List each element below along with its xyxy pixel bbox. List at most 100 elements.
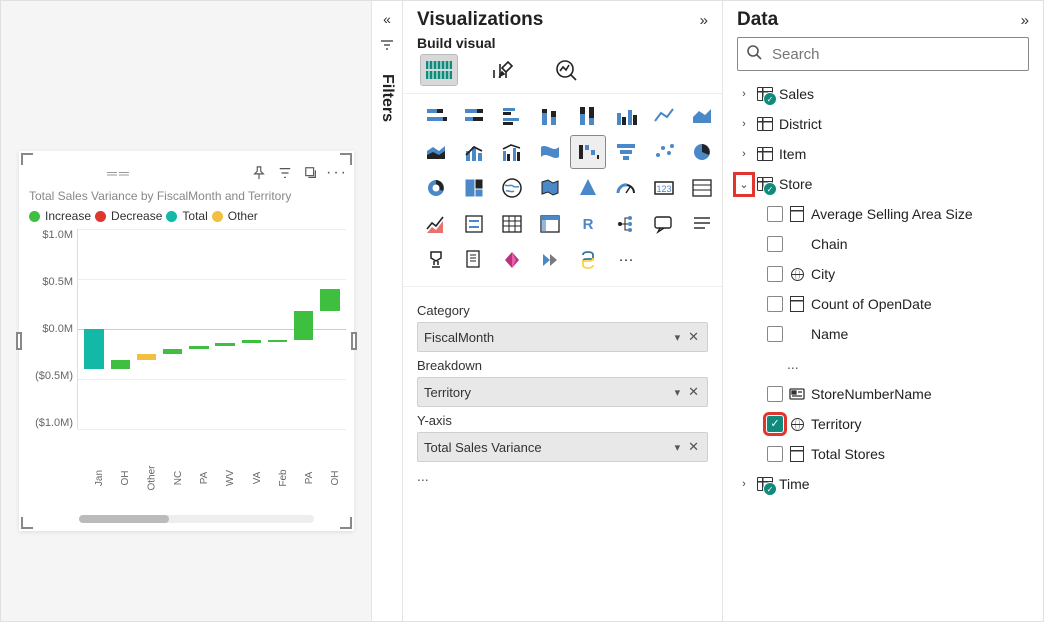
search-box[interactable] [737, 37, 1029, 71]
field-avg-selling-area[interactable]: Average Selling Area Size [733, 199, 1037, 229]
bar-oh[interactable] [108, 229, 132, 429]
well-yaxis[interactable]: Total Sales Variance ▾ ✕ [417, 432, 708, 462]
report-canvas[interactable]: ══ ··· Total Sales Variance by FiscalMon… [1, 1, 371, 621]
resize-handle-tr[interactable] [340, 153, 352, 165]
viz-line-clustered-column[interactable] [495, 136, 529, 168]
bar-jan[interactable] [82, 229, 106, 429]
table-district[interactable]: › District [733, 109, 1037, 139]
viz-get-more-visuals[interactable]: ··· [609, 244, 643, 276]
well-category[interactable]: FiscalMonth ▾ ✕ [417, 322, 708, 352]
focus-mode-icon[interactable] [302, 164, 320, 182]
table-sales[interactable]: › Sales [733, 79, 1037, 109]
viz-stacked-area[interactable] [419, 136, 453, 168]
field-checkbox[interactable] [767, 236, 783, 252]
viz-scatter[interactable] [647, 136, 681, 168]
field-count-opendate[interactable]: Count of OpenDate [733, 289, 1037, 319]
viz-clustered-column[interactable] [609, 100, 643, 132]
viz-gauge[interactable] [609, 172, 643, 204]
chart-horizontal-scrollbar[interactable] [79, 515, 314, 523]
viz-treemap[interactable] [457, 172, 491, 204]
viz-donut[interactable] [419, 172, 453, 204]
pin-icon[interactable] [250, 164, 268, 182]
field-chain[interactable]: Chain [733, 229, 1037, 259]
resize-handle-tl[interactable] [21, 153, 33, 165]
resize-handle-bl[interactable] [21, 517, 33, 529]
field-checkbox[interactable] [767, 386, 783, 402]
remove-field-icon[interactable]: ✕ [686, 329, 701, 345]
viz-r-visual[interactable]: R [571, 208, 605, 240]
collapse-data-icon[interactable]: » [1021, 12, 1029, 29]
viz-paginated-report[interactable] [457, 244, 491, 276]
viz-area[interactable] [685, 100, 719, 132]
viz-line[interactable] [647, 100, 681, 132]
viz-waterfall[interactable] [571, 136, 605, 168]
viz-filled-map[interactable] [533, 172, 567, 204]
table-item[interactable]: › Item [733, 139, 1037, 169]
field-name[interactable]: Name [733, 319, 1037, 349]
viz-stacked-bar[interactable] [419, 100, 453, 132]
bar-pa[interactable] [187, 229, 211, 429]
viz-kpi[interactable] [419, 208, 453, 240]
format-visual-tab[interactable] [485, 55, 521, 85]
field-checkbox[interactable] [767, 206, 783, 222]
viz-line-stacked-column[interactable] [457, 136, 491, 168]
more-wells[interactable]: ... [417, 462, 708, 490]
viz-azure-map[interactable] [571, 172, 605, 204]
resize-handle-mr[interactable] [351, 332, 357, 350]
remove-field-icon[interactable]: ✕ [686, 384, 701, 400]
viz-slicer[interactable] [457, 208, 491, 240]
viz-power-automate[interactable] [533, 244, 567, 276]
filters-pane-collapsed[interactable]: « Filters [371, 1, 403, 621]
legend-other[interactable]: Other [212, 209, 258, 223]
chevron-right-icon[interactable]: › [737, 118, 751, 130]
viz-clustered-bar[interactable] [495, 100, 529, 132]
field-city[interactable]: City [733, 259, 1037, 289]
search-input[interactable] [770, 45, 1020, 64]
field-checkbox[interactable] [767, 416, 783, 432]
viz-decomposition-tree[interactable] [609, 208, 643, 240]
chart-visual[interactable]: ══ ··· Total Sales Variance by FiscalMon… [19, 151, 354, 531]
viz-table[interactable] [495, 208, 529, 240]
field-territory[interactable]: Territory [733, 409, 1037, 439]
field-checkbox[interactable] [767, 266, 783, 282]
chevron-right-icon[interactable]: › [737, 148, 751, 160]
field-total-stores[interactable]: Total Stores [733, 439, 1037, 469]
legend-total[interactable]: Total [166, 209, 207, 223]
bar-nc[interactable] [161, 229, 185, 429]
bar-feb[interactable] [265, 229, 289, 429]
viz-stacked-column-100[interactable] [571, 100, 605, 132]
well-breakdown[interactable]: Territory ▾ ✕ [417, 377, 708, 407]
viz-ribbon[interactable] [533, 136, 567, 168]
viz-goals[interactable] [419, 244, 453, 276]
bar-oh[interactable] [318, 229, 342, 429]
build-visual-tab[interactable] [421, 55, 457, 85]
viz-map[interactable] [495, 172, 529, 204]
table-store[interactable]: ⌄ Store [733, 169, 1037, 199]
viz-smart-narrative[interactable] [685, 208, 719, 240]
viz-pie[interactable] [685, 136, 719, 168]
viz-multi-row-card[interactable] [685, 172, 719, 204]
remove-field-icon[interactable]: ✕ [686, 439, 701, 455]
viz-funnel[interactable] [609, 136, 643, 168]
drag-handle-icon[interactable]: ══ [107, 165, 131, 181]
field-checkbox[interactable] [767, 296, 783, 312]
chevron-down-icon[interactable]: ▾ [675, 331, 681, 344]
field-checkbox[interactable] [767, 446, 783, 462]
legend-increase[interactable]: Increase [29, 209, 91, 223]
plot-area[interactable]: JanOHOtherNCPAWVVAFebPAOH [77, 229, 346, 429]
table-time[interactable]: › Time [733, 469, 1037, 499]
viz-stacked-bar-100[interactable] [457, 100, 491, 132]
collapse-visualizations-icon[interactable]: » [700, 12, 708, 29]
scrollbar-thumb[interactable] [79, 515, 169, 523]
chevron-right-icon[interactable]: › [737, 478, 751, 490]
viz-power-apps[interactable] [495, 244, 529, 276]
chevron-down-icon[interactable]: ▾ [675, 386, 681, 399]
expand-filters-icon[interactable]: « [383, 11, 391, 27]
analytics-tab[interactable] [549, 55, 585, 85]
legend-decrease[interactable]: Decrease [95, 209, 162, 223]
filter-icon[interactable] [276, 164, 294, 182]
bar-other[interactable] [134, 229, 158, 429]
chevron-right-icon[interactable]: › [737, 88, 751, 100]
viz-qa[interactable] [647, 208, 681, 240]
field-storenumbername[interactable]: StoreNumberName [733, 379, 1037, 409]
